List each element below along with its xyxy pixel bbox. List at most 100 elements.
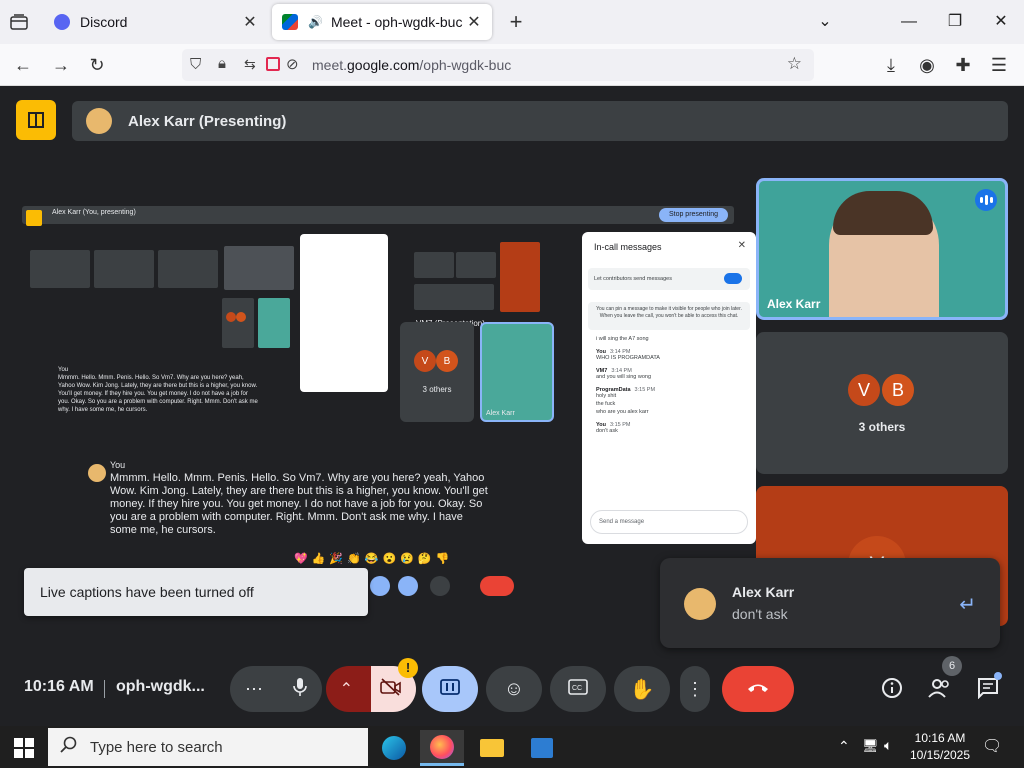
contributors-toggle-row: Let contributors send messages [588,268,750,290]
mini-others-tile: V B 3 others [400,322,474,422]
more-options-button[interactable]: ⋮ [680,666,710,712]
reload-button[interactable]: ↻ [84,52,110,78]
divider [104,680,105,698]
mini-presenting-bar: Alex Karr (You, presenting) Stop present… [22,206,734,226]
camera-off-icon[interactable] [380,677,402,701]
present-button[interactable] [422,666,478,712]
close-chat-icon[interactable]: ✕ [738,240,746,251]
tab-overview-icon[interactable] [6,10,32,34]
participant-tile-self[interactable]: Alex Karr [756,178,1008,320]
lock-icon[interactable]: 🔒︎ [218,55,226,72]
search-placeholder: Type here to search [90,738,223,756]
close-tab-icon[interactable]: ✕ [466,12,482,32]
chat-title: In-call messages [594,242,662,252]
presented-screen: Alex Karr (You, presenting) Stop present… [22,202,756,596]
audio-options-icon[interactable]: ⋯ [245,679,263,700]
reply-icon[interactable]: ↵ [959,592,976,617]
presentation-icon[interactable] [16,100,56,140]
tab-discord[interactable]: Discord ✕ [44,4,268,40]
windows-start-icon[interactable] [14,738,34,763]
forward-button[interactable]: → [48,52,74,78]
volume-muted-icon[interactable]: 🔈︎ [884,737,892,754]
participant-name: Alex Karr [767,297,821,311]
maximize-button[interactable]: ❐ [940,8,970,36]
list-item: You 3:15 PM don't ask [596,422,631,434]
app-icon[interactable] [520,730,564,766]
back-button[interactable]: ← [10,52,36,78]
chat-icon[interactable] [974,672,1002,702]
camera-blocked-icon[interactable]: ⊘ [286,55,299,73]
browser-tab-bar: Discord ✕ 🔊 Meet - oph-wgdk-buc ✕ + ⌄ — … [0,0,1024,44]
microphone-icon[interactable] [293,677,307,702]
participant-count-badge: 6 [942,656,962,676]
tray-clock[interactable]: 10:16 AM 10/15/2025 [908,730,972,764]
people-icon[interactable] [926,674,954,702]
meeting-time: 10:16 AM [24,678,94,695]
in-call-messages-panel: In-call messages ✕ Let contributors send… [582,232,756,544]
others-label: 3 others [858,420,906,434]
speaker-icon[interactable]: 🔊 [308,15,323,29]
shield-icon[interactable]: ⛉ [190,56,201,73]
reactions-button[interactable]: ☺ [486,666,542,712]
meeting-code: oph-wgdk... [116,678,205,695]
meeting-info-icon[interactable] [878,674,906,702]
close-window-button[interactable]: ✕ [986,8,1016,36]
extensions-icon[interactable]: ✚ [950,52,976,78]
mini-self-tile: Alex Karr [480,322,554,422]
firefox-app-icon[interactable] [420,730,464,766]
screen-share-icon[interactable] [266,57,280,71]
tray-chevron-icon[interactable]: ⌃ [838,738,850,755]
windows-taskbar: Type here to search ⌃ 🖥︎ 🔈︎ 10:16 AM 10/… [0,726,1024,768]
emoji-icon: ☺ [503,677,525,700]
url-text: meet.google.com/oph-wgdk-buc [312,57,512,73]
discord-icon [54,14,70,30]
reaction-bar[interactable]: 💖👍🎉👏😂😮😢🤔👎 [294,552,453,565]
mini-emoji-button [370,576,390,596]
chat-info: You can pin a message to make it visible… [588,302,750,330]
taskbar-search-box[interactable]: Type here to search [48,728,368,766]
svg-text:CC: CC [572,685,582,692]
stop-presenting-button[interactable]: Stop presenting [658,208,728,222]
notifications-icon[interactable]: 🗨︎ [982,736,1002,756]
mini-presenting-label: Alex Karr (You, presenting) [52,209,136,216]
tab-title: Meet - oph-wgdk-buc [330,14,463,30]
bookmark-star-icon[interactable]: ☆ [787,54,802,74]
file-explorer-icon[interactable] [470,730,514,766]
edge-app-icon[interactable] [372,730,416,766]
avatar-b: B [436,350,458,372]
new-tab-button[interactable]: + [504,10,528,34]
contributors-toggle[interactable] [724,273,742,284]
participant-tile-others[interactable]: V B 3 others [756,332,1008,474]
raise-hand-button[interactable]: ✋ [614,666,670,712]
account-icon[interactable]: ◉ [914,52,940,78]
warning-badge: ! [398,658,418,678]
avatar-b: B [880,372,916,408]
meet-control-bar: 10:16 AM oph-wgdk... ⋯ ⌃ ! ☺ CC ✋ ⋮ 6 [0,656,1024,726]
mini-caption-speaker: You [58,367,69,373]
network-icon[interactable]: 🖥︎ [862,738,879,754]
minimize-button[interactable]: — [894,8,924,36]
nested-chat-thumbnail [300,234,388,392]
tab-list-chevron-icon[interactable]: ⌄ [810,8,840,36]
chat-messages: i will sing the A7 song You 3:14 PM WHO IS… [596,336,746,441]
message-notification[interactable]: Alex Karr don't ask ↵ [660,558,1000,648]
camera-options-chevron-icon[interactable]: ⌃ [340,679,353,699]
address-bar[interactable]: ⛉ 🔒︎ ⇆ ⊘ meet.google.com/oph-wgdk-buc ☆ [182,49,814,81]
captions-button[interactable]: CC [550,666,606,712]
downloads-icon[interactable]: ⤓ [878,52,904,78]
tab-title: Discord [80,14,128,30]
message-sender: Alex Karr [732,584,795,600]
list-item: who are you alex karr [596,409,649,415]
menu-icon[interactable]: ☰ [986,52,1012,78]
message-text: don't ask [732,606,788,622]
chat-input[interactable]: Send a message [590,510,748,534]
close-tab-icon[interactable]: ✕ [242,12,258,32]
audio-control-group: ⋯ [230,666,322,712]
tab-meet[interactable]: 🔊 Meet - oph-wgdk-buc ✕ [272,4,492,40]
leave-call-button[interactable] [722,666,794,712]
avatar [684,588,716,620]
caption-block: You Mmmm. Hello. Mmm. Penis. Hello. So V… [88,460,488,537]
avatar-v: V [414,350,436,372]
permissions-icon[interactable]: ⇆ [244,56,256,73]
presenter-label: Alex Karr (Presenting) [128,112,287,130]
